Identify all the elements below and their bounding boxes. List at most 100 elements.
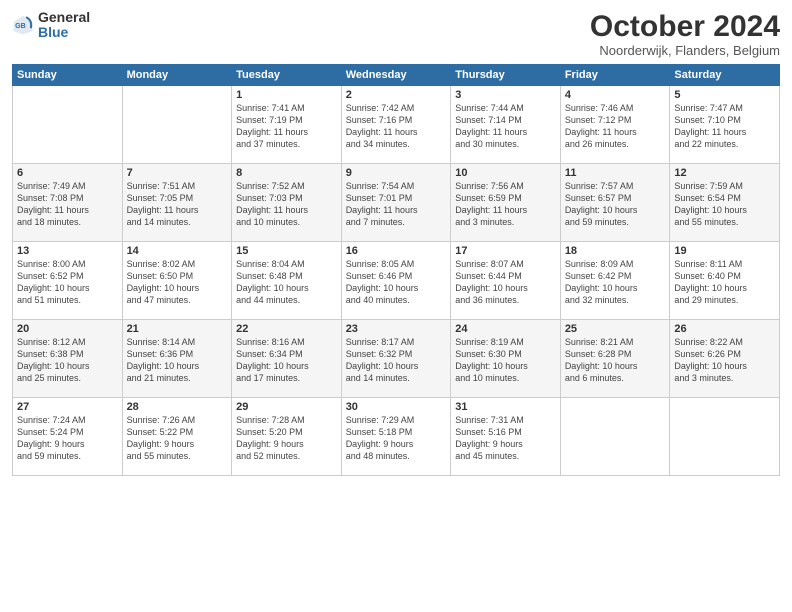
calendar-cell: 4Sunrise: 7:46 AM Sunset: 7:12 PM Daylig… <box>560 86 670 164</box>
day-info: Sunrise: 8:16 AM Sunset: 6:34 PM Dayligh… <box>236 336 337 385</box>
day-info: Sunrise: 7:52 AM Sunset: 7:03 PM Dayligh… <box>236 180 337 229</box>
day-number: 8 <box>236 167 337 179</box>
day-info: Sunrise: 7:56 AM Sunset: 6:59 PM Dayligh… <box>455 180 556 229</box>
calendar-cell: 24Sunrise: 8:19 AM Sunset: 6:30 PM Dayli… <box>451 320 561 398</box>
calendar-cell: 9Sunrise: 7:54 AM Sunset: 7:01 PM Daylig… <box>341 164 451 242</box>
logo-blue-text: Blue <box>38 25 90 40</box>
col-header-wednesday: Wednesday <box>341 65 451 86</box>
day-number: 18 <box>565 245 666 257</box>
day-number: 7 <box>127 167 228 179</box>
day-info: Sunrise: 8:00 AM Sunset: 6:52 PM Dayligh… <box>17 258 118 307</box>
day-info: Sunrise: 8:02 AM Sunset: 6:50 PM Dayligh… <box>127 258 228 307</box>
day-info: Sunrise: 7:31 AM Sunset: 5:16 PM Dayligh… <box>455 414 556 463</box>
day-number: 23 <box>346 323 447 335</box>
day-info: Sunrise: 7:44 AM Sunset: 7:14 PM Dayligh… <box>455 102 556 151</box>
day-info: Sunrise: 8:07 AM Sunset: 6:44 PM Dayligh… <box>455 258 556 307</box>
calendar-cell: 27Sunrise: 7:24 AM Sunset: 5:24 PM Dayli… <box>13 398 123 476</box>
logo: GB General Blue <box>12 10 90 41</box>
day-number: 20 <box>17 323 118 335</box>
calendar-cell <box>560 398 670 476</box>
calendar-cell: 12Sunrise: 7:59 AM Sunset: 6:54 PM Dayli… <box>670 164 780 242</box>
day-info: Sunrise: 8:21 AM Sunset: 6:28 PM Dayligh… <box>565 336 666 385</box>
calendar-cell: 10Sunrise: 7:56 AM Sunset: 6:59 PM Dayli… <box>451 164 561 242</box>
calendar-cell: 21Sunrise: 8:14 AM Sunset: 6:36 PM Dayli… <box>122 320 232 398</box>
day-number: 12 <box>674 167 775 179</box>
day-info: Sunrise: 8:14 AM Sunset: 6:36 PM Dayligh… <box>127 336 228 385</box>
day-info: Sunrise: 8:12 AM Sunset: 6:38 PM Dayligh… <box>17 336 118 385</box>
calendar-cell: 23Sunrise: 8:17 AM Sunset: 6:32 PM Dayli… <box>341 320 451 398</box>
day-number: 16 <box>346 245 447 257</box>
col-header-monday: Monday <box>122 65 232 86</box>
day-number: 17 <box>455 245 556 257</box>
calendar-cell: 1Sunrise: 7:41 AM Sunset: 7:19 PM Daylig… <box>232 86 342 164</box>
location: Noorderwijk, Flanders, Belgium <box>590 43 780 58</box>
col-header-saturday: Saturday <box>670 65 780 86</box>
day-number: 13 <box>17 245 118 257</box>
calendar-cell: 28Sunrise: 7:26 AM Sunset: 5:22 PM Dayli… <box>122 398 232 476</box>
day-info: Sunrise: 8:04 AM Sunset: 6:48 PM Dayligh… <box>236 258 337 307</box>
day-number: 28 <box>127 401 228 413</box>
day-number: 4 <box>565 89 666 101</box>
col-header-tuesday: Tuesday <box>232 65 342 86</box>
generalblue-logo-icon: GB <box>12 14 34 36</box>
page: GB General Blue October 2024 Noorderwijk… <box>0 0 792 612</box>
day-info: Sunrise: 7:24 AM Sunset: 5:24 PM Dayligh… <box>17 414 118 463</box>
calendar-cell: 31Sunrise: 7:31 AM Sunset: 5:16 PM Dayli… <box>451 398 561 476</box>
calendar-week-5: 27Sunrise: 7:24 AM Sunset: 5:24 PM Dayli… <box>13 398 780 476</box>
calendar-cell: 18Sunrise: 8:09 AM Sunset: 6:42 PM Dayli… <box>560 242 670 320</box>
calendar-cell: 29Sunrise: 7:28 AM Sunset: 5:20 PM Dayli… <box>232 398 342 476</box>
calendar-cell: 2Sunrise: 7:42 AM Sunset: 7:16 PM Daylig… <box>341 86 451 164</box>
month-title: October 2024 <box>590 10 780 43</box>
calendar-cell: 11Sunrise: 7:57 AM Sunset: 6:57 PM Dayli… <box>560 164 670 242</box>
day-number: 3 <box>455 89 556 101</box>
calendar-cell: 8Sunrise: 7:52 AM Sunset: 7:03 PM Daylig… <box>232 164 342 242</box>
day-number: 22 <box>236 323 337 335</box>
calendar-cell: 30Sunrise: 7:29 AM Sunset: 5:18 PM Dayli… <box>341 398 451 476</box>
day-info: Sunrise: 8:17 AM Sunset: 6:32 PM Dayligh… <box>346 336 447 385</box>
calendar-cell: 15Sunrise: 8:04 AM Sunset: 6:48 PM Dayli… <box>232 242 342 320</box>
day-number: 25 <box>565 323 666 335</box>
day-number: 31 <box>455 401 556 413</box>
calendar-header-row: SundayMondayTuesdayWednesdayThursdayFrid… <box>13 65 780 86</box>
day-info: Sunrise: 8:19 AM Sunset: 6:30 PM Dayligh… <box>455 336 556 385</box>
calendar-cell: 20Sunrise: 8:12 AM Sunset: 6:38 PM Dayli… <box>13 320 123 398</box>
day-info: Sunrise: 7:51 AM Sunset: 7:05 PM Dayligh… <box>127 180 228 229</box>
title-area: October 2024 Noorderwijk, Flanders, Belg… <box>590 10 780 58</box>
day-number: 21 <box>127 323 228 335</box>
day-number: 14 <box>127 245 228 257</box>
calendar-cell: 26Sunrise: 8:22 AM Sunset: 6:26 PM Dayli… <box>670 320 780 398</box>
day-info: Sunrise: 7:28 AM Sunset: 5:20 PM Dayligh… <box>236 414 337 463</box>
day-info: Sunrise: 7:29 AM Sunset: 5:18 PM Dayligh… <box>346 414 447 463</box>
calendar-cell: 14Sunrise: 8:02 AM Sunset: 6:50 PM Dayli… <box>122 242 232 320</box>
calendar-cell <box>670 398 780 476</box>
day-number: 2 <box>346 89 447 101</box>
calendar-cell: 13Sunrise: 8:00 AM Sunset: 6:52 PM Dayli… <box>13 242 123 320</box>
calendar-cell: 16Sunrise: 8:05 AM Sunset: 6:46 PM Dayli… <box>341 242 451 320</box>
logo-general-text: General <box>38 10 90 25</box>
day-number: 1 <box>236 89 337 101</box>
day-info: Sunrise: 7:49 AM Sunset: 7:08 PM Dayligh… <box>17 180 118 229</box>
day-info: Sunrise: 7:26 AM Sunset: 5:22 PM Dayligh… <box>127 414 228 463</box>
calendar-cell: 5Sunrise: 7:47 AM Sunset: 7:10 PM Daylig… <box>670 86 780 164</box>
day-number: 19 <box>674 245 775 257</box>
day-info: Sunrise: 8:05 AM Sunset: 6:46 PM Dayligh… <box>346 258 447 307</box>
calendar-cell: 22Sunrise: 8:16 AM Sunset: 6:34 PM Dayli… <box>232 320 342 398</box>
day-number: 11 <box>565 167 666 179</box>
col-header-sunday: Sunday <box>13 65 123 86</box>
calendar-cell: 6Sunrise: 7:49 AM Sunset: 7:08 PM Daylig… <box>13 164 123 242</box>
col-header-friday: Friday <box>560 65 670 86</box>
day-info: Sunrise: 8:11 AM Sunset: 6:40 PM Dayligh… <box>674 258 775 307</box>
calendar-week-4: 20Sunrise: 8:12 AM Sunset: 6:38 PM Dayli… <box>13 320 780 398</box>
day-info: Sunrise: 7:42 AM Sunset: 7:16 PM Dayligh… <box>346 102 447 151</box>
day-number: 10 <box>455 167 556 179</box>
day-number: 6 <box>17 167 118 179</box>
svg-text:GB: GB <box>15 24 26 31</box>
day-info: Sunrise: 7:59 AM Sunset: 6:54 PM Dayligh… <box>674 180 775 229</box>
calendar-cell: 3Sunrise: 7:44 AM Sunset: 7:14 PM Daylig… <box>451 86 561 164</box>
day-info: Sunrise: 8:22 AM Sunset: 6:26 PM Dayligh… <box>674 336 775 385</box>
calendar-cell <box>13 86 123 164</box>
calendar-cell <box>122 86 232 164</box>
col-header-thursday: Thursday <box>451 65 561 86</box>
calendar-week-3: 13Sunrise: 8:00 AM Sunset: 6:52 PM Dayli… <box>13 242 780 320</box>
day-info: Sunrise: 7:47 AM Sunset: 7:10 PM Dayligh… <box>674 102 775 151</box>
